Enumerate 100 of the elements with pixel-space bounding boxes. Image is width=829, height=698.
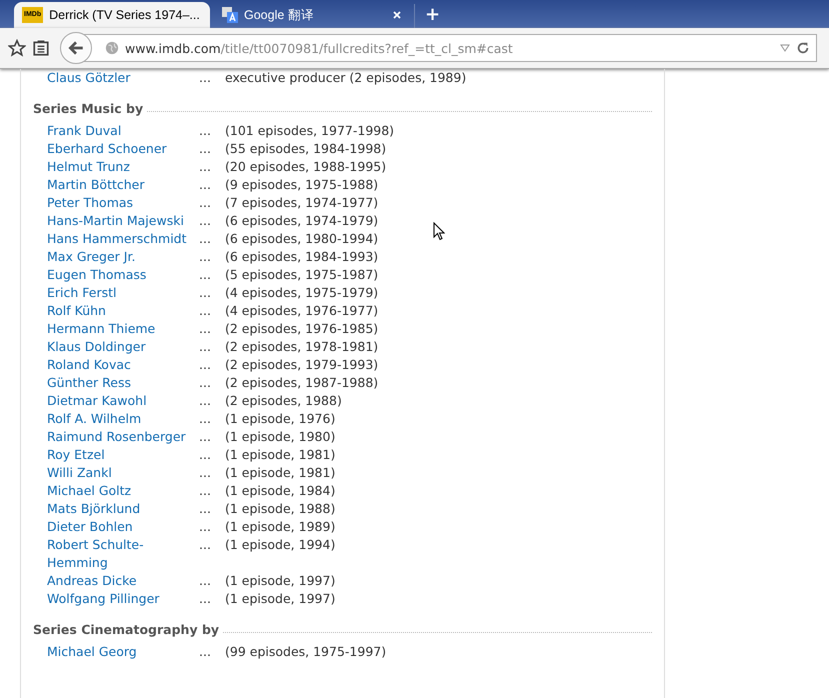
credit-text: (1 episode, 1989) bbox=[225, 518, 336, 536]
person-link[interactable]: Dieter Bohlen bbox=[47, 518, 199, 536]
tab-title: Google 翻译 bbox=[244, 6, 315, 24]
credit-text: (4 episodes, 1976-1977) bbox=[225, 302, 378, 320]
person-link[interactable]: Hermann Thieme bbox=[47, 320, 199, 338]
credit-text: (7 episodes, 1974-1977) bbox=[225, 194, 378, 212]
credit-text: (1 episode, 1981) bbox=[225, 446, 336, 464]
ellipsis-text: ... bbox=[199, 643, 212, 661]
mouse-cursor-icon bbox=[433, 222, 445, 241]
section-heading: Series Music by bbox=[33, 101, 144, 116]
person-link[interactable]: Eugen Thomass bbox=[47, 266, 199, 284]
person-link[interactable]: Rolf Kühn bbox=[47, 302, 199, 320]
credit-text: (1 episode, 1984) bbox=[225, 482, 336, 500]
credit-text: (9 episodes, 1975-1988) bbox=[225, 176, 378, 194]
credit-text: (20 episodes, 1988-1995) bbox=[225, 158, 386, 176]
person-link[interactable]: Roy Etzel bbox=[47, 446, 199, 464]
person-link[interactable]: Hans-Martin Majewski bbox=[47, 212, 199, 230]
credit-text: (55 episodes, 1984-1998) bbox=[225, 140, 386, 158]
ellipsis-text: ... bbox=[199, 392, 212, 410]
person-link[interactable]: Roland Kovac bbox=[47, 356, 199, 374]
person-link[interactable]: Eberhard Schoener bbox=[47, 140, 199, 158]
credit-text: (4 episodes, 1975-1979) bbox=[225, 284, 378, 302]
credit-text: (101 episodes, 1977-1998) bbox=[225, 122, 394, 140]
person-link[interactable]: Michael Goltz bbox=[47, 482, 199, 500]
section-heading: Series Cinematography by bbox=[33, 622, 220, 637]
credit-text: (2 episodes, 1978-1981) bbox=[225, 338, 378, 356]
ellipsis-text: ... bbox=[199, 158, 212, 176]
person-link[interactable]: Frank Duval bbox=[47, 122, 199, 140]
credit-text: (1 episode, 1994) bbox=[225, 536, 336, 554]
credit-text: (2 episodes, 1987-1988) bbox=[225, 374, 378, 392]
ellipsis-text: ... bbox=[199, 302, 212, 320]
ellipsis-text: ... bbox=[199, 194, 212, 212]
person-link[interactable]: Dietmar Kawohl bbox=[47, 392, 199, 410]
credit-text: (99 episodes, 1975-1997) bbox=[225, 643, 386, 661]
credit-text: (5 episodes, 1975-1987) bbox=[225, 266, 378, 284]
credit-text: (1 episode, 1997) bbox=[225, 572, 336, 590]
ellipsis-text: ... bbox=[199, 338, 212, 356]
ellipsis-text: ... bbox=[199, 428, 212, 446]
ellipsis-text: ... bbox=[199, 482, 212, 500]
ellipsis-text: ... bbox=[199, 230, 212, 248]
ellipsis-text: ... bbox=[199, 446, 212, 464]
ellipsis-text: ... bbox=[199, 410, 212, 428]
tab-title: Derrick (TV Series 1974–... bbox=[49, 8, 200, 22]
ellipsis-text: ... bbox=[199, 212, 212, 230]
ellipsis-text: ... bbox=[199, 320, 212, 338]
reload-icon[interactable] bbox=[796, 41, 810, 55]
credit-text: (6 episodes, 1984-1993) bbox=[225, 248, 378, 266]
credit-text: executive producer (2 episodes, 1989) bbox=[225, 69, 466, 87]
person-link[interactable]: Helmut Trunz bbox=[47, 158, 199, 176]
close-icon[interactable] bbox=[392, 10, 402, 20]
credit-text: (6 episodes, 1980-1994) bbox=[225, 230, 378, 248]
ellipsis-text: ... bbox=[199, 572, 212, 590]
person-link[interactable]: Raimund Rosenberger bbox=[47, 428, 199, 446]
ellipsis-text: ... bbox=[199, 518, 212, 536]
person-link[interactable]: Robert Schulte-Hemming bbox=[47, 536, 199, 572]
address-bar[interactable]: www.imdb.com/title/tt0070981/fullcredits?ref_=tt_cl_sm#cast bbox=[84, 34, 817, 62]
ellipsis-text: ... bbox=[199, 266, 212, 284]
bookmark-star-icon[interactable] bbox=[8, 39, 26, 57]
person-link[interactable]: Martin Böttcher bbox=[47, 176, 199, 194]
credit-text: (1 episode, 1988) bbox=[225, 500, 336, 518]
translate-icon bbox=[222, 7, 238, 23]
person-link[interactable]: Claus Götzler bbox=[47, 69, 199, 87]
person-link[interactable]: Michael Georg bbox=[47, 643, 199, 661]
back-arrow-icon bbox=[67, 39, 85, 57]
person-link[interactable]: Andreas Dicke bbox=[47, 572, 199, 590]
ellipsis-text: ... bbox=[199, 176, 212, 194]
reading-list-icon[interactable] bbox=[32, 39, 50, 57]
ellipsis-text: ... bbox=[199, 122, 212, 140]
credit-text: (2 episodes, 1988) bbox=[225, 392, 342, 410]
back-button[interactable] bbox=[60, 32, 92, 64]
credit-text: (2 episodes, 1979-1993) bbox=[225, 356, 378, 374]
credit-text: (6 episodes, 1974-1979) bbox=[225, 212, 378, 230]
person-link[interactable]: Klaus Doldinger bbox=[47, 338, 199, 356]
person-link[interactable]: Max Greger Jr. bbox=[47, 248, 199, 266]
ellipsis-text: ... bbox=[199, 69, 212, 87]
globe-icon bbox=[105, 41, 119, 55]
person-link[interactable]: Wolfgang Pillinger bbox=[47, 590, 199, 608]
ellipsis-text: ... bbox=[199, 356, 212, 374]
url-text: www.imdb.com/title/tt0070981/fullcredits?ref_=tt_cl_sm#cast bbox=[125, 40, 514, 56]
credit-text: (1 episode, 1980) bbox=[225, 428, 336, 446]
person-link[interactable]: Günther Ress bbox=[47, 374, 199, 392]
browser-tab[interactable]: Google 翻译 bbox=[214, 2, 410, 28]
ellipsis-text: ... bbox=[199, 500, 212, 518]
person-link[interactable]: Erich Ferstl bbox=[47, 284, 199, 302]
credit-text: (1 episode, 1976) bbox=[225, 410, 336, 428]
person-link[interactable]: Hans Hammerschmidt bbox=[47, 230, 199, 248]
person-link[interactable]: Willi Zankl bbox=[47, 464, 199, 482]
ellipsis-text: ... bbox=[199, 248, 212, 266]
ellipsis-text: ... bbox=[199, 590, 212, 608]
credit-text: (1 episode, 1981) bbox=[225, 464, 336, 482]
person-link[interactable]: Rolf A. Wilhelm bbox=[47, 410, 199, 428]
ellipsis-text: ... bbox=[199, 536, 212, 554]
credit-text: (2 episodes, 1976-1985) bbox=[225, 320, 378, 338]
dropdown-arrow-icon[interactable] bbox=[780, 44, 790, 52]
person-link[interactable]: Peter Thomas bbox=[47, 194, 199, 212]
credit-text: (1 episode, 1997) bbox=[225, 590, 336, 608]
ellipsis-text: ... bbox=[199, 284, 212, 302]
person-link[interactable]: Mats Björklund bbox=[47, 500, 199, 518]
ellipsis-text: ... bbox=[199, 464, 212, 482]
ellipsis-text: ... bbox=[199, 374, 212, 392]
